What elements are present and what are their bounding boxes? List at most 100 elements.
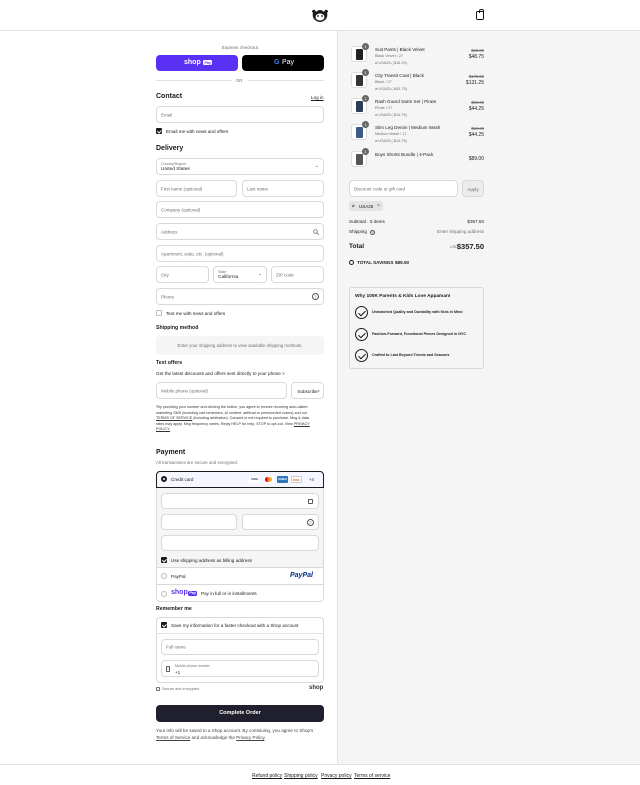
phone-input[interactable]: Phone ? <box>156 288 324 305</box>
delivery-heading: Delivery <box>156 145 184 152</box>
paypal-radio[interactable] <box>161 573 167 579</box>
shop-pay-badge: Pay <box>203 60 213 65</box>
shop-privacy-link[interactable]: Privacy Policy <box>236 735 264 740</box>
google-pay-label: Pay <box>282 58 295 66</box>
product-name: City Transit Coat | Black <box>375 73 424 78</box>
product-discount: ⌀ USA25 (-$43.75) <box>375 87 407 91</box>
state-select[interactable]: State California ⌄ <box>213 266 267 283</box>
shop-pay-logo: shop <box>171 588 188 596</box>
product-name: Rash Guard Swim Set | Pirate <box>375 99 437 104</box>
paypal-logo: PayPal <box>290 572 313 579</box>
terms-of-service-link[interactable]: TERMS OF SERVICE <box>156 416 192 420</box>
sale-price: $131.25 <box>465 80 484 86</box>
why-item: Crafted to Last Beyond Trends and Season… <box>372 353 450 357</box>
text-news-checkbox[interactable] <box>156 310 162 316</box>
discount-code-input[interactable]: Discount code or gift card <box>349 180 458 197</box>
sale-price: $44.25 <box>468 106 484 112</box>
amex-icon: AMEX <box>277 476 288 483</box>
address-input[interactable]: Address <box>156 223 324 240</box>
product-variant: Black / 27 <box>375 80 392 84</box>
last-name-input[interactable]: Last name <box>242 180 324 197</box>
google-pay-button[interactable]: G Pay <box>242 55 324 71</box>
quantity-badge: 1 <box>362 121 369 128</box>
full-name-input[interactable]: Full name <box>161 639 319 655</box>
more-cards-count: +4 <box>309 477 314 482</box>
remove-discount-icon[interactable]: × <box>377 203 380 209</box>
city-input[interactable]: City <box>156 266 209 283</box>
quantity-badge: 1 <box>362 148 369 155</box>
billing-same-checkbox[interactable] <box>161 557 167 563</box>
secure-encrypted-label: Secure and encrypted <box>162 687 200 691</box>
refund-policy-link[interactable]: Refund policy <box>252 773 282 779</box>
shop-terms-link[interactable]: Terms of Service <box>156 735 190 740</box>
country-select[interactable]: Country/Region United States ⌄ <box>156 158 324 175</box>
product-discount: ⌀ USA25 (-$14.75) <box>375 113 407 117</box>
chevron-down-icon: ⌄ <box>314 163 319 169</box>
save-info-checkbox[interactable] <box>161 622 167 628</box>
shop-pay-radio[interactable] <box>161 591 167 597</box>
email-input[interactable]: Email <box>156 106 324 123</box>
shipping-label: Shipping <box>349 229 367 234</box>
shop-legal-text: Your info will be saved to a Shop accoun… <box>156 728 314 740</box>
sale-price: $44.25 <box>468 132 484 138</box>
express-checkout-title: Express checkout <box>221 45 259 50</box>
shop-pay-button[interactable]: shop Pay <box>156 55 238 71</box>
sale-price: $48.75 <box>468 54 484 60</box>
applied-discount-chip: ⌀ USA25 × <box>349 201 383 211</box>
credit-card-radio[interactable] <box>161 476 167 482</box>
company-input[interactable]: Company (optional) <box>156 201 324 218</box>
savings-tag-icon <box>349 260 354 265</box>
discover-icon: DISC <box>291 476 302 483</box>
complete-order-button[interactable]: Complete Order <box>156 705 324 722</box>
shipping-policy-link[interactable]: Shipping policy <box>284 773 318 779</box>
monkey-logo-icon[interactable] <box>311 9 329 22</box>
shipping-value: Enter shipping address <box>437 229 484 234</box>
product-variant: Pirate / 27 <box>375 106 393 110</box>
remember-mobile-input[interactable]: Mobile phone number +1 <box>161 660 319 677</box>
help-icon[interactable]: ? <box>370 229 375 235</box>
shopping-bag-icon[interactable] <box>476 9 484 20</box>
quantity-badge: 1 <box>362 95 369 102</box>
paypal-label: PayPal <box>171 574 186 579</box>
sale-price: $89.00 <box>468 156 484 162</box>
first-name-input[interactable]: First name (optional) <box>156 180 237 197</box>
why-item: Unmatched Quality and Durability with Ki… <box>372 310 463 314</box>
mobile-phone-input[interactable]: Mobile phone (optional) <box>156 382 287 399</box>
email-news-checkbox[interactable] <box>156 128 162 134</box>
apply-discount-button[interactable]: Apply <box>462 180 484 197</box>
privacy-policy-footer-link[interactable]: Privacy policy <box>321 773 352 779</box>
credit-card-label: Credit card <box>171 476 194 482</box>
product-variant: Black Velvet / 27 <box>375 54 404 58</box>
total-savings-label: TOTAL SAVINGS <box>357 260 394 265</box>
contact-heading: Contact <box>156 93 183 100</box>
privacy-policy-link[interactable]: PRIVACY <box>294 422 310 426</box>
security-code-input[interactable]: ? <box>242 514 319 530</box>
expiration-date-input[interactable] <box>161 514 237 530</box>
terms-of-service-footer-link[interactable]: Terms of service <box>354 773 390 779</box>
order-line-item: 1 Slim Leg Denim | Medium Wash Medium Wa… <box>349 121 484 146</box>
email-news-label: Email me with news and offers <box>166 128 229 134</box>
original-price: $59.00 <box>471 100 484 105</box>
check-circle-icon <box>355 328 368 341</box>
shipping-method-heading: Shipping method <box>156 325 199 331</box>
shop-pay-logo: shop <box>184 58 201 66</box>
help-icon[interactable]: ? <box>307 519 314 526</box>
subtotal-label: Subtotal · 5 items <box>349 219 385 224</box>
product-variant: Medium Wash / 17 <box>375 132 407 136</box>
card-number-input[interactable] <box>161 493 319 509</box>
shop-logo: shop <box>309 685 324 691</box>
name-on-card-input[interactable] <box>161 535 319 551</box>
search-icon <box>313 229 319 235</box>
why-parents-love-box: Why 100K Parents & Kids Love Appaman! Un… <box>349 287 484 369</box>
lock-icon <box>308 499 313 504</box>
login-link[interactable]: Log in <box>311 95 324 100</box>
apartment-input[interactable]: Apartment, suite, etc. (optional) <box>156 245 324 262</box>
total-savings-value: $89.50 <box>395 260 410 265</box>
subscribe-button[interactable]: Subscribe* <box>291 382 324 399</box>
subtotal-value: $357.50 <box>467 219 484 224</box>
text-news-label: Text me with news and offers <box>166 310 226 316</box>
zip-input[interactable]: ZIP code <box>271 266 324 283</box>
help-icon[interactable]: ? <box>312 293 319 300</box>
product-thumbnail: 1 <box>351 148 369 167</box>
total-label: Total <box>349 243 365 250</box>
